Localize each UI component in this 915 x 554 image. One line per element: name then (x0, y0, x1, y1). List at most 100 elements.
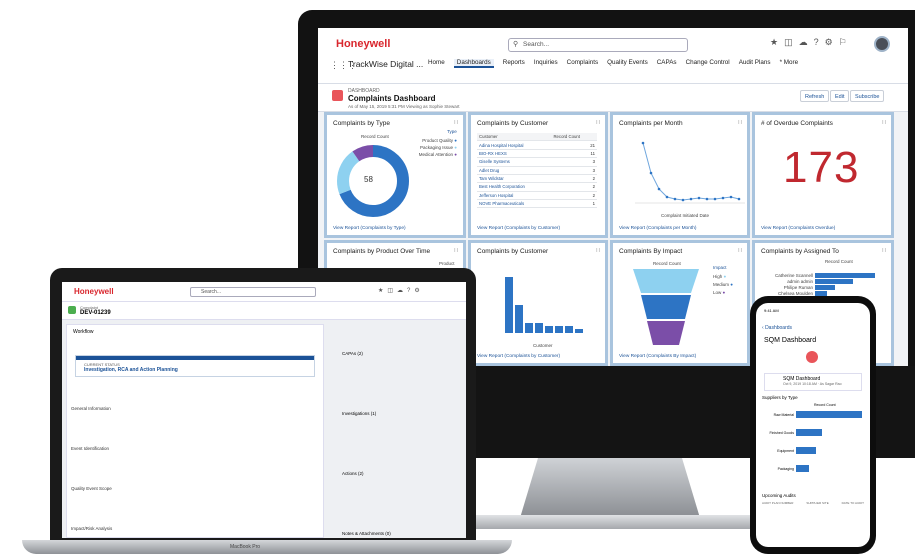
view-report-link[interactable]: View Report (Complaints by Customer) (477, 226, 560, 231)
search-icon: ⚲ (513, 41, 519, 48)
panel-menu-icon[interactable]: ∷ (454, 247, 458, 254)
nav-complaints[interactable]: Complaints (567, 59, 599, 68)
legend-title: Impact (713, 265, 727, 270)
dashboard-card[interactable]: SQM Dashboard Oct 9, 2019 10:18 AM · As … (764, 373, 862, 391)
nav-change-control[interactable]: Change Control (686, 59, 730, 68)
column-header: Record Count (551, 133, 597, 142)
customer-name[interactable]: Giselle Systems (477, 157, 552, 167)
column-header: Customer (477, 133, 552, 142)
back-link[interactable]: ‹ Dashboards (762, 325, 792, 331)
panel-menu-icon[interactable]: ∷ (596, 119, 600, 126)
section-event[interactable]: Event Identification (71, 429, 112, 469)
refresh-button[interactable]: Refresh (800, 90, 830, 102)
column-header: AUDIT PLAN NUMBER (762, 501, 794, 505)
nav-audit-plans[interactable]: Audit Plans (739, 59, 771, 68)
customer-name[interactable]: Adina Hospital Hospital (477, 140, 552, 150)
panel-title: # of Overdue Complaints (761, 120, 833, 127)
table-row[interactable]: Giselle Systems 3 (477, 157, 597, 167)
bar (796, 465, 810, 472)
panel-title: Complaints by Product Over Time (333, 248, 431, 255)
subscribe-button[interactable]: Subscribe (850, 90, 885, 102)
panel-title: Complaints By Impact (619, 248, 683, 255)
search-input[interactable]: Search... (190, 287, 316, 297)
nav-capas[interactable]: CAPAs (657, 59, 677, 68)
customer-name[interactable]: Tam Wildstar (477, 174, 552, 184)
nav-dashboards[interactable]: Dashboards (453, 59, 494, 68)
view-report-link[interactable]: View Report (Complaints by Customer) (477, 354, 560, 359)
table-row[interactable]: NOVE Pharmaceuticals 1 (477, 199, 597, 209)
related-notes[interactable]: Notes & Attachments (0) (342, 504, 462, 538)
laptop-base (22, 540, 512, 554)
legend-title: Type (447, 129, 457, 134)
laptop-brand-label: MacBook Pro (230, 544, 261, 550)
table-row[interactable]: Best Health Corporation 2 (477, 182, 597, 192)
panel-menu-icon[interactable]: ∷ (596, 247, 600, 254)
related-investigations[interactable]: Investigations (1) (342, 384, 462, 444)
view-report-link[interactable]: View Report (Complaints By Impact) (619, 354, 696, 359)
record-count: 1 (551, 199, 597, 209)
view-report-link[interactable]: View Report (Complaints per Month) (619, 226, 697, 231)
customer-name[interactable]: Jefferson Hospital (477, 191, 552, 201)
page-title: SQM Dashboard (764, 337, 817, 344)
bar (796, 411, 862, 418)
panel-overdue-complaints: # of Overdue Complaints ∷ 173 View Repor… (752, 112, 894, 238)
section-scope[interactable]: Quality Event Scope (71, 469, 112, 509)
table-row[interactable]: Jefferson Hospital 2 (477, 191, 597, 201)
section-impact[interactable]: Impact/Risk Analysis (71, 509, 112, 538)
measure-label: Record Count (653, 261, 681, 266)
record-count: 3 (551, 166, 597, 175)
laptop-screen: Honeywell Search... ★◫☁?⚙ Complaint DEV-… (62, 282, 466, 538)
panel-menu-icon[interactable]: ∷ (882, 119, 886, 126)
nav-home[interactable]: Home (428, 59, 445, 68)
status-bar (76, 356, 314, 360)
customer-name[interactable]: Best Health Corporation (477, 182, 552, 192)
legend-medium: Medium ● (713, 282, 733, 287)
related-actions[interactable]: Actions (2) (342, 444, 462, 504)
nav-more[interactable]: * More (780, 59, 799, 68)
customer-name[interactable]: NOVE Pharmaceuticals (477, 199, 552, 209)
section-general[interactable]: General Information (71, 389, 112, 429)
panel-menu-icon[interactable]: ∷ (738, 119, 742, 126)
measure-label: Record Count (814, 403, 836, 407)
legend-title: Product (439, 261, 455, 266)
table-row[interactable]: Tam Wildstar 2 (477, 174, 597, 184)
table-row[interactable]: Adlet Drug 3 (477, 166, 597, 175)
record-count: 3 (551, 157, 597, 167)
nav-quality-events[interactable]: Quality Events (607, 59, 648, 68)
audit-table-header: AUDIT PLAN NUMBER SUPPLIER SITE DATE TO … (762, 501, 864, 505)
nav-inquiries[interactable]: Inquiries (534, 59, 558, 68)
assignee-bar (815, 279, 853, 284)
avatar[interactable] (874, 36, 890, 52)
search-input[interactable]: ⚲ Search... (508, 38, 688, 52)
laptop-header: Honeywell Search... ★◫☁?⚙ (62, 282, 466, 302)
panel-menu-icon[interactable]: ∷ (454, 119, 458, 126)
header-icons[interactable]: ★◫☁?⚙ (378, 287, 424, 294)
legend-product-quality: Product Quality ● (422, 138, 457, 143)
x-axis-label: Complaint Initiated Date (661, 213, 710, 218)
nav-bar: Home Dashboards Reports Inquiries Compla… (428, 59, 798, 68)
panel-by-impact: Complaints By Impact ∷ Record Count Impa… (610, 240, 750, 366)
bar-label: Finished Goods (769, 431, 794, 435)
record-count: 2 (551, 174, 597, 184)
header-icons[interactable]: ★◫☁?⚙⚐ (770, 37, 853, 48)
edit-button[interactable]: Edit (830, 90, 850, 102)
customer-name[interactable]: BIO-RX HEXS (477, 149, 552, 159)
donut-chart (337, 145, 409, 217)
panel-complaints-by-customer: Complaints by Customer ∷ Customer Record … (468, 112, 608, 238)
related-capas[interactable]: CAPAs (2) (342, 324, 462, 384)
panel-title: Complaints by Customer (477, 248, 549, 255)
bar-label: Packaging (777, 467, 794, 471)
view-report-link[interactable]: View Report (Complaints by Type) (333, 226, 406, 231)
panel-menu-icon[interactable]: ∷ (738, 247, 742, 254)
app-name: TrackWise Digital ... (348, 59, 424, 69)
table-row[interactable]: Adina Hospital Hospital 21 (477, 140, 597, 150)
nav-reports[interactable]: Reports (503, 59, 525, 68)
assignee-bar (815, 273, 875, 278)
table-row[interactable]: BIO-RX HEXS 11 (477, 149, 597, 159)
dashboard-subtitle: As of May 15, 2019 5:31 PM Viewing as So… (348, 104, 460, 109)
panel-menu-icon[interactable]: ∷ (882, 247, 886, 254)
customer-name[interactable]: Adlet Drug (477, 166, 552, 175)
column-header: DATE TO AUDIT (841, 501, 864, 505)
phone-time: 9:41 AM (764, 308, 779, 313)
view-report-link[interactable]: View Report (Complaints Overdue) (761, 226, 835, 231)
